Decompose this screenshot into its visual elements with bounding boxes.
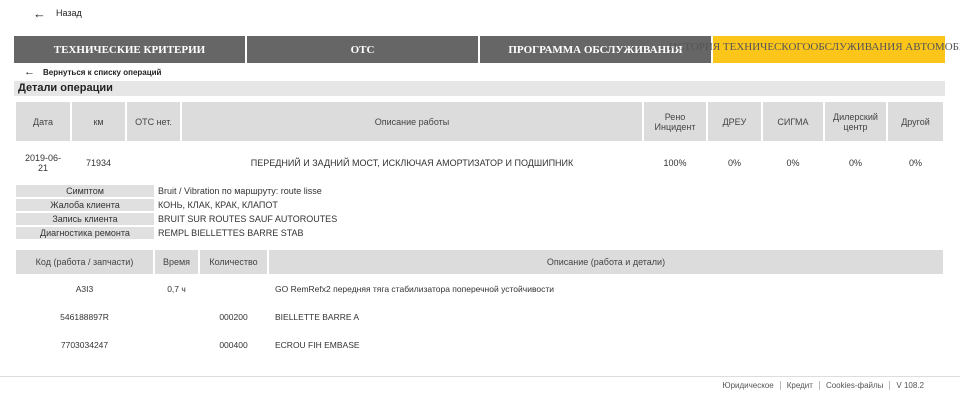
info-row-symptom: Симптом Bruit / Vibration по маршруту: r… (16, 185, 943, 197)
footer-separator (889, 381, 891, 390)
footer-version: V 108.2 (896, 381, 924, 390)
operation-details-panel: ← Вернуться к списку операций Детали опе… (14, 63, 945, 358)
footer: Юридическое Кредит Cookies-файлы V 108.2 (723, 381, 924, 390)
col-header-dealer: Дилерский центр (825, 102, 886, 141)
col-header-time: Время (155, 250, 198, 274)
table-header-row: Дата км ОТС нет. Описание работы Рено Ин… (16, 102, 943, 141)
tab-technical-criteria[interactable]: Технические критерии (14, 36, 245, 63)
cell-quantity: 000400 (219, 340, 248, 350)
info-value: КОНЬ, КЛАК, КРАК, КЛАПОТ (158, 200, 278, 210)
back-link[interactable]: Назад (56, 8, 82, 18)
cell-quantity: 000200 (219, 312, 248, 322)
cell-dreu: 0% (727, 158, 741, 168)
operations-table: Дата км ОТС нет. Описание работы Рено Ин… (14, 100, 945, 185)
cell-time (155, 304, 198, 330)
info-value: REMPL BIELLETTES BARRE STAB (158, 228, 304, 238)
col-header-code: Код (работа / запчасти) (16, 250, 153, 274)
info-label: Диагностика ремонта (16, 227, 154, 239)
info-label: Запись клиента (16, 213, 154, 225)
col-header-part-description: Описание (работа и детали) (269, 250, 943, 274)
complaint-info-table: Симптом Bruit / Vibration по маршруту: r… (14, 183, 945, 241)
footer-separator (818, 381, 820, 390)
col-header-other: Другой (888, 102, 943, 141)
footer-cookies-link[interactable]: Cookies-файлы (826, 381, 883, 390)
cell-part-description: GO RemRefx2 передняя тяга стабилизатора … (275, 284, 554, 294)
table-row: 2019-06-21 71934 ПЕРЕДНИЙ И ЗАДНИЙ МОСТ,… (16, 143, 943, 183)
return-to-list-label: Вернуться к списку операций (43, 67, 162, 77)
cell-description: ПЕРЕДНИЙ И ЗАДНИЙ МОСТ, ИСКЛЮЧАЯ АМОРТИЗ… (250, 158, 574, 168)
cell-sigma: 0% (786, 158, 800, 168)
info-label: Симптом (16, 185, 154, 197)
main-tabs: Технические критерии ОТС Программа обслу… (14, 36, 960, 63)
col-header-description: Описание работы (182, 102, 642, 141)
cell-time: 0,7 ч (167, 284, 186, 294)
footer-legal-link[interactable]: Юридическое (723, 381, 774, 390)
footer-separator (779, 381, 781, 390)
cell-other: 0% (908, 158, 922, 168)
tab-maintenance-history-line2: обслуживания автомобилей (810, 41, 960, 53)
cell-date: 2019-06-21 (24, 153, 62, 173)
cell-renault: 100% (663, 158, 687, 168)
back-arrow-icon: ← (24, 66, 35, 78)
cell-quantity (200, 276, 267, 302)
footer-credit-link[interactable]: Кредит (787, 381, 813, 390)
cell-km: 71934 (85, 158, 112, 168)
info-value: Bruit / Vibration по маршруту: route lis… (158, 186, 322, 196)
info-row-diagnosis: Диагностика ремонта REMPL BIELLETTES BAR… (16, 227, 943, 239)
col-header-date: Дата (16, 102, 70, 141)
col-header-dreu: ДРЕУ (708, 102, 761, 141)
cell-part-description: ECROU FIH EMBASE (275, 340, 360, 350)
tab-maintenance-history[interactable]: История технического обслуживания автомо… (669, 36, 960, 63)
cell-code: 7703034247 (60, 340, 109, 350)
cell-ots (127, 143, 180, 183)
cell-dealer: 0% (848, 158, 862, 168)
table-row: 7703034247 000400 ECROU FIH EMBASE (16, 332, 943, 358)
info-row-customer-record: Запись клиента BRUIT SUR ROUTES SAUF AUT… (16, 213, 943, 225)
table-row: A3I3 0,7 ч GO RemRefx2 передняя тяга ста… (16, 276, 943, 302)
col-header-ots: ОТС нет. (127, 102, 180, 141)
col-header-renault: Рено Инцидент (644, 102, 706, 141)
cell-code: 546188897R (60, 312, 109, 322)
cell-code: A3I3 (75, 284, 94, 294)
col-header-km: км (72, 102, 125, 141)
info-row-complaint: Жалоба клиента КОНЬ, КЛАК, КРАК, КЛАПОТ (16, 199, 943, 211)
info-value: BRUIT SUR ROUTES SAUF AUTOROUTES (158, 214, 338, 224)
info-label: Жалоба клиента (16, 199, 154, 211)
table-header-row: Код (работа / запчасти) Время Количество… (16, 250, 943, 274)
footer-divider (0, 376, 960, 377)
parts-table: Код (работа / запчасти) Время Количество… (14, 248, 945, 360)
tab-maintenance-history-line1: История технического (668, 41, 811, 53)
cell-part-description: BIELLETTE BARRE A (275, 312, 360, 322)
col-header-quantity: Количество (200, 250, 267, 274)
section-title: Детали операции (14, 81, 945, 96)
top-bar: ← Назад (0, 0, 960, 26)
return-to-list-link[interactable]: ← Вернуться к списку операций (14, 63, 945, 81)
back-arrow-icon[interactable]: ← (33, 7, 46, 20)
tab-ots[interactable]: ОТС (247, 36, 478, 63)
cell-time (155, 332, 198, 358)
col-header-sigma: СИГМА (763, 102, 823, 141)
table-row: 546188897R 000200 BIELLETTE BARRE A (16, 304, 943, 330)
